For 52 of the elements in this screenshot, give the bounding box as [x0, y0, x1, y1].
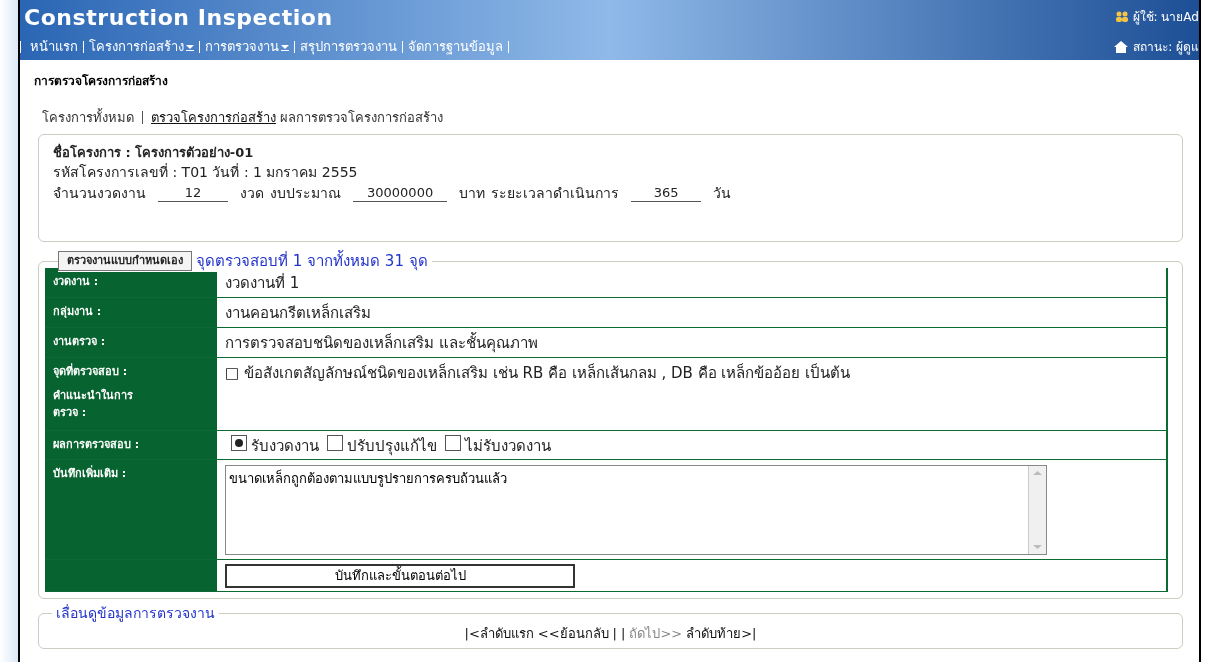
- row-label: กลุ่มงาน :: [53, 303, 103, 320]
- project-code-line: รหัสโครงการเลขที่ : T01 วันที่ : 1 มกราคม 2555: [53, 162, 359, 182]
- separator-text: |: [612, 625, 617, 643]
- unit-label: วัน: [713, 184, 732, 203]
- radio-button[interactable]: [327, 434, 343, 451]
- checkpoint-legend: จุดตรวจสอบที่ 1 จากทั้งหมด 31 จุด: [196, 249, 428, 272]
- row-label: จุดที่ตรวจสอบ :: [53, 363, 129, 380]
- option-label: ไม่รับงวดงาน: [465, 435, 551, 457]
- unit-label: บาท: [459, 184, 486, 203]
- nav-link[interactable]: โครงการก่อสร้าง: [84, 37, 199, 57]
- field-label: งบประมาณ: [270, 184, 341, 203]
- user-icon: [1114, 11, 1129, 23]
- nav-link[interactable]: หน้าแรก: [25, 37, 83, 57]
- field-label: จำนวนงวดงาน: [53, 184, 146, 203]
- row-label: ผลการตรวจสอบ :: [53, 436, 141, 453]
- tab-link[interactable]: ผลการตรวจโครงการก่อสร้าง: [280, 108, 443, 128]
- row-label: บันทึกเพิ่มเติม :: [53, 465, 128, 482]
- home-icon: [1113, 40, 1130, 54]
- scrollbar[interactable]: [1028, 465, 1046, 554]
- value-text: การตรวจสอบชนิดของเหล็กเสริม และชั้นคุณภาพ: [225, 331, 538, 354]
- manual-inspection-button[interactable]: ตรวจงานแบบกำหนดเอง: [58, 250, 192, 271]
- value-field[interactable]: 30000000: [353, 185, 448, 202]
- user-label: ผู้ใช้: นายAd: [1132, 9, 1199, 26]
- radio-button[interactable]: [445, 434, 461, 451]
- project-name: โครงการตัวอย่าง-01: [134, 143, 254, 162]
- nav-link[interactable]: การตรวจงาน: [200, 37, 294, 57]
- tab-link[interactable]: โครงการทั้งหมด: [42, 108, 134, 128]
- pager-link[interactable]: |<ลำดับแรก: [464, 624, 534, 644]
- tab-link[interactable]: ตรวจโครงการก่อสร้าง: [151, 108, 276, 128]
- notes-field[interactable]: ขนาดเหล็กถูกต้องตามแบบรูปรายการครบถ้วนแล้ว: [225, 464, 1047, 555]
- page-title: การตรวจโครงการก่อสร้าง: [34, 73, 169, 90]
- row-label: คำแนะนำในการตรวจ :: [53, 388, 134, 421]
- project-name-label: ชื่อโครงการ :: [53, 142, 131, 162]
- value-text: งวดงานที่ 1: [225, 272, 300, 294]
- option-label: รับงวดงาน: [251, 435, 319, 457]
- value-text: งานคอนกรีตเหล็กเสริม: [225, 302, 371, 324]
- row-label: งวดงาน :: [53, 273, 100, 290]
- pager-legend: เลื่อนดูข้อมูลการตรวจงาน: [52, 602, 219, 623]
- radio-button[interactable]: [231, 434, 247, 451]
- row-label: งานตรวจ :: [53, 333, 107, 350]
- status-label: สถานะ: ผู้ดูแ: [1133, 39, 1199, 56]
- save-next-button[interactable]: บันทึกและขั้นตอนต่อไป: [225, 563, 575, 588]
- field-label: ระยะเวลาดำเนินการ: [491, 184, 620, 203]
- option-label: ปรับปรุงแก้ไข: [347, 435, 437, 457]
- app-title: Construction Inspection: [24, 3, 333, 32]
- value-field[interactable]: 12: [158, 185, 228, 202]
- value-field[interactable]: 365: [631, 185, 702, 202]
- unit-label: งวด: [240, 184, 264, 203]
- pager-link[interactable]: <<ย้อนกลับ: [537, 624, 609, 644]
- separator-text: |: [621, 625, 626, 643]
- pager-link[interactable]: ลำดับท้าย>|: [686, 624, 757, 644]
- value-text: □ ข้อสังเกตสัญลักษณ์ชนิดของเหล็กเสริม เช่น RB คือ เหล็กเส้นกลม , DB คือ เหล็กข้ออ้อย เป็นต้น: [225, 362, 851, 384]
